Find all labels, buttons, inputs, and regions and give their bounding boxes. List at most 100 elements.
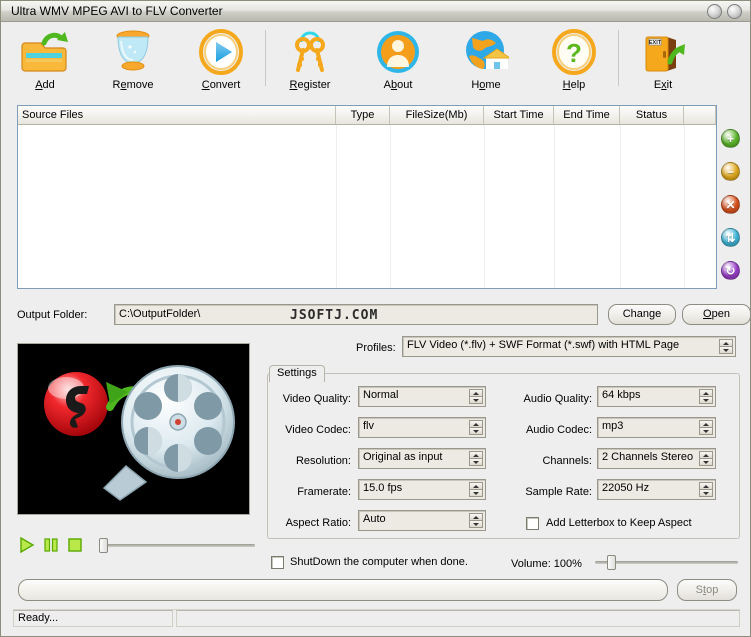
remove-button[interactable]: Remove (89, 22, 177, 100)
shutdown-row[interactable]: ShutDown the computer when done. (271, 554, 521, 570)
status-bar: Ready... (13, 609, 740, 628)
playback-slider-track[interactable] (103, 544, 255, 547)
conversion-progress-bar (18, 579, 668, 601)
column-header[interactable] (684, 106, 716, 124)
register-button-label: Register (290, 79, 331, 91)
spinner-down-icon[interactable] (699, 458, 713, 466)
minus-circle-icon[interactable]: − (721, 162, 740, 181)
channels-select[interactable]: 2 Channels Stereo (597, 448, 716, 469)
spinner[interactable] (699, 482, 713, 497)
profiles-label: Profiles: (356, 338, 396, 358)
list-body[interactable] (18, 125, 716, 288)
spinner[interactable] (699, 389, 713, 404)
column-header[interactable]: End Time (554, 106, 620, 124)
shutdown-checkbox[interactable] (271, 556, 284, 569)
playback-slider-thumb[interactable] (99, 538, 108, 553)
stop-button[interactable]: Stop (677, 579, 737, 601)
spinner-down-icon[interactable] (699, 396, 713, 404)
aspect-ratio-value: Auto (363, 513, 465, 525)
spinner-down-icon[interactable] (469, 520, 483, 528)
audio-quality-value: 64 kbps (602, 389, 695, 401)
letterbox-checkbox[interactable] (526, 517, 539, 530)
remove-button-label: Remove (113, 79, 154, 91)
spinner-down-icon[interactable] (719, 346, 733, 354)
status-text: Ready... (13, 610, 173, 627)
audio-codec-select[interactable]: mp3 (597, 417, 716, 438)
column-divider (484, 125, 485, 288)
video-preview[interactable] (17, 343, 250, 515)
exit-button[interactable]: EXIT Exit (619, 22, 707, 100)
volume-label: Volume: 100% (511, 554, 582, 574)
stop-icon[interactable] (67, 537, 83, 553)
spinner-down-icon[interactable] (699, 489, 713, 497)
svg-text:?: ? (566, 38, 582, 68)
spinner[interactable] (469, 513, 483, 528)
sample-rate-select[interactable]: 22050 Hz (597, 479, 716, 500)
window-title: Ultra WMV MPEG AVI to FLV Converter (11, 4, 223, 18)
column-header[interactable]: Source Files (18, 106, 336, 124)
svg-text:EXIT: EXIT (649, 40, 662, 46)
profiles-value: FLV Video (*.flv) + SWF Format (*.swf) w… (407, 339, 715, 351)
play-icon[interactable] (19, 537, 35, 553)
profiles-select[interactable]: FLV Video (*.flv) + SWF Format (*.swf) w… (402, 336, 736, 357)
column-header[interactable]: Status (620, 106, 684, 124)
aspect-ratio-select[interactable]: Auto (358, 510, 486, 531)
open-folder-button[interactable]: Open (682, 304, 751, 325)
volume-slider-thumb[interactable] (607, 555, 616, 570)
add-button[interactable]: Add (1, 22, 89, 100)
window-controls (707, 4, 742, 19)
main-toolbar: Add Remove (1, 22, 750, 102)
home-button[interactable]: Home (442, 22, 530, 100)
trash-glass-icon (105, 27, 161, 77)
about-button-label: About (384, 79, 413, 91)
column-divider (336, 125, 337, 288)
letterbox-row[interactable]: Add Letterbox to Keep Aspect (526, 513, 692, 533)
app-window: Ultra WMV MPEG AVI to FLV Converter Add (0, 0, 751, 637)
spinner-up-icon[interactable] (699, 420, 713, 427)
refresh-circle-icon[interactable]: ↻ (721, 261, 740, 280)
plus-circle-icon[interactable]: + (721, 129, 740, 148)
volume-row: Volume: 100% (511, 553, 741, 571)
spinner-up-icon[interactable] (699, 389, 713, 396)
source-files-list[interactable]: Source FilesTypeFileSize(Mb)Start TimeEn… (17, 105, 717, 289)
volume-slider-track[interactable] (595, 561, 738, 564)
column-divider (390, 125, 391, 288)
column-header[interactable]: FileSize(Mb) (390, 106, 484, 124)
change-folder-button[interactable]: Change (608, 304, 676, 325)
spinner-down-icon[interactable] (699, 427, 713, 435)
spinner-up-icon[interactable] (699, 482, 713, 489)
play-circle-icon (193, 27, 249, 77)
spinner[interactable] (699, 420, 713, 435)
settings-tab[interactable]: Settings (269, 365, 325, 382)
close-circle-icon[interactable]: ✕ (721, 195, 740, 214)
spinner[interactable] (699, 451, 713, 466)
column-divider (620, 125, 621, 288)
updown-circle-icon[interactable]: ⇅ (721, 228, 740, 247)
add-button-label: Add (35, 79, 55, 91)
list-header: Source FilesTypeFileSize(Mb)Start TimeEn… (18, 106, 716, 125)
audio-quality-select[interactable]: 64 kbps (597, 386, 716, 407)
help-button[interactable]: ? Help (530, 22, 618, 100)
spinner-up-icon[interactable] (469, 513, 483, 520)
convert-button-label: Convert (202, 79, 241, 91)
title-bar: Ultra WMV MPEG AVI to FLV Converter (1, 1, 750, 22)
column-header[interactable]: Type (336, 106, 390, 124)
register-button[interactable]: Register (266, 22, 354, 100)
sample-rate-value: 22050 Hz (602, 482, 695, 494)
minimize-button[interactable] (707, 4, 722, 19)
about-button[interactable]: About (354, 22, 442, 100)
convert-button[interactable]: Convert (177, 22, 265, 100)
question-circle-icon: ? (546, 27, 602, 77)
spinner-up-icon[interactable] (719, 339, 733, 346)
pause-icon[interactable] (43, 537, 59, 553)
spinner-up-icon[interactable] (699, 451, 713, 458)
profiles-spinner[interactable] (719, 339, 733, 354)
close-button[interactable] (727, 4, 742, 19)
column-header[interactable]: Start Time (484, 106, 554, 124)
output-folder-row: Output Folder: C:\OutputFolder\ JSOFTJ.C… (17, 304, 736, 326)
output-folder-input[interactable]: C:\OutputFolder\ JSOFTJ.COM (114, 304, 598, 325)
user-circle-icon (370, 27, 426, 77)
exit-button-label: Exit (654, 79, 672, 91)
output-folder-label: Output Folder: (17, 305, 87, 325)
status-secondary (176, 610, 740, 627)
